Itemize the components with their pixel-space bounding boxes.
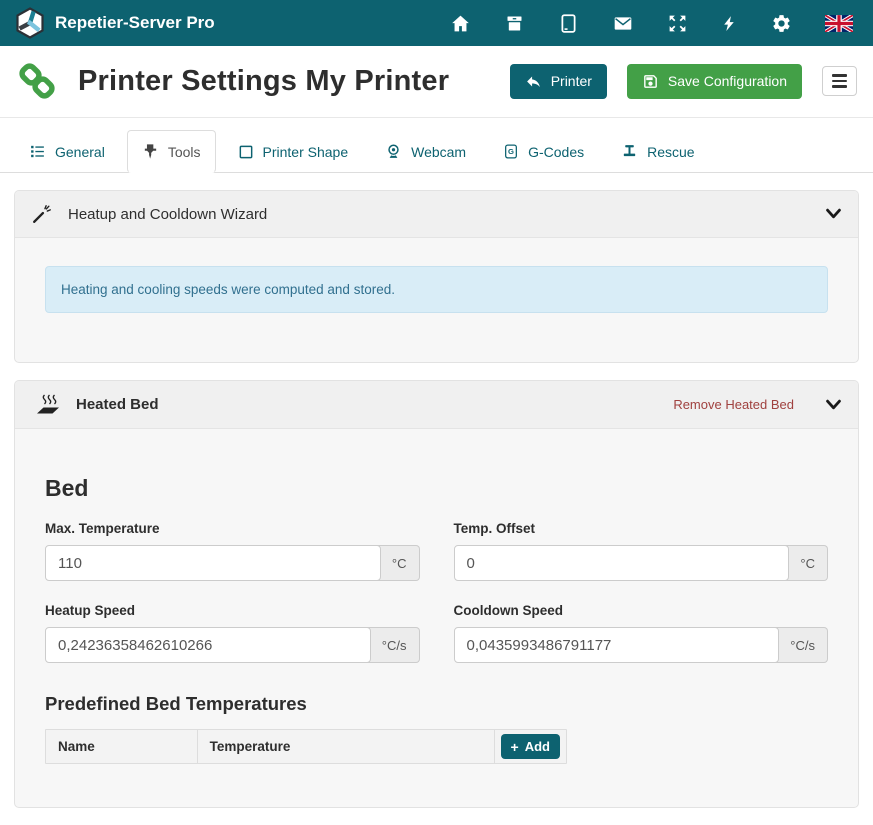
bed-section-title: Bed	[45, 475, 828, 502]
save-floppy-icon	[642, 73, 659, 90]
field-label: Max. Temperature	[45, 521, 420, 536]
svg-text:G: G	[508, 147, 514, 156]
tab-general[interactable]: General	[14, 130, 120, 173]
heatup-speed-input[interactable]	[45, 627, 371, 663]
heated-bed-panel-title: Heated Bed	[76, 396, 159, 413]
heated-bed-panel: Heated Bed Remove Heated Bed Bed Max. Te…	[14, 380, 859, 808]
field-label: Cooldown Speed	[454, 603, 829, 618]
home-icon[interactable]	[450, 13, 471, 34]
tab-label: Rescue	[647, 144, 694, 160]
printer-button[interactable]: Printer	[510, 64, 607, 99]
tab-label: G-Codes	[528, 144, 584, 160]
header-buttons: Printer Save Configuration	[510, 64, 857, 99]
extruder-tool-icon	[142, 143, 159, 160]
field-cooldown-speed: Cooldown Speed °C/s	[454, 603, 829, 663]
printers-box-icon[interactable]	[504, 13, 525, 34]
field-max-temperature: Max. Temperature °C	[45, 521, 420, 581]
max-temperature-input[interactable]	[45, 545, 381, 581]
tab-label: Webcam	[411, 144, 466, 160]
hamburger-icon	[832, 74, 847, 76]
heated-bed-panel-header[interactable]: Heated Bed Remove Heated Bed	[15, 381, 858, 429]
unit-addon: °C	[377, 545, 420, 581]
tab-tools[interactable]: Tools	[127, 130, 216, 173]
heated-bed-icon	[31, 393, 61, 416]
field-temp-offset: Temp. Offset °C	[454, 521, 829, 581]
quick-commands-bolt-icon[interactable]	[721, 13, 738, 34]
add-button-label: Add	[525, 739, 550, 754]
magic-wand-icon	[31, 203, 53, 225]
temp-offset-input[interactable]	[454, 545, 790, 581]
info-alert: Heating and cooling speeds were computed…	[45, 266, 828, 313]
wizard-panel-body: Heating and cooling speeds were computed…	[15, 238, 858, 362]
gcode-icon: G	[503, 143, 519, 160]
list-icon	[29, 143, 46, 160]
page-title: Printer Settings My Printer	[78, 65, 449, 98]
link-chain-icon	[16, 60, 58, 102]
settings-tabs: General Tools Printer Shape Webcam G	[0, 118, 873, 173]
square-outline-icon	[238, 144, 254, 160]
add-cell: + Add	[495, 730, 566, 763]
global-settings-gear-icon[interactable]	[771, 13, 792, 34]
tab-gcodes[interactable]: G G-Codes	[488, 130, 599, 173]
tab-rescue[interactable]: Rescue	[606, 130, 709, 173]
page-header: Printer Settings My Printer Printer Save…	[0, 46, 873, 118]
brand-title: Repetier-Server Pro	[55, 13, 215, 33]
heated-bed-panel-body: Bed Max. Temperature °C Temp. Offset °C …	[15, 429, 858, 807]
tab-label: Printer Shape	[263, 144, 349, 160]
field-heatup-speed: Heatup Speed °C/s	[45, 603, 420, 663]
navbar-icons	[450, 13, 858, 34]
field-label: Temp. Offset	[454, 521, 829, 536]
webcam-icon	[385, 143, 402, 160]
predefined-bed-temperatures-title: Predefined Bed Temperatures	[45, 693, 828, 715]
printer-button-label: Printer	[551, 73, 592, 89]
unit-addon: °C	[785, 545, 828, 581]
rescue-plunger-icon	[621, 143, 638, 160]
wizard-panel-title: Heatup and Cooldown Wizard	[68, 206, 267, 223]
unit-addon: °C/s	[775, 627, 828, 663]
predefined-temperatures-table: Name Temperature + Add	[45, 729, 567, 764]
brand[interactable]: Repetier-Server Pro	[15, 7, 215, 39]
top-navbar: Repetier-Server Pro	[0, 0, 873, 46]
add-temperature-button[interactable]: + Add	[501, 734, 560, 759]
save-button-label: Save Configuration	[668, 73, 787, 89]
unit-addon: °C/s	[367, 627, 420, 663]
plus-icon: +	[511, 740, 519, 754]
menu-button[interactable]	[822, 66, 857, 95]
cooldown-speed-input[interactable]	[454, 627, 780, 663]
wizard-panel-header[interactable]: Heatup and Cooldown Wizard	[15, 191, 858, 238]
column-header-temperature: Temperature	[198, 730, 495, 763]
app-logo-icon	[15, 7, 45, 39]
fullscreen-arrows-icon[interactable]	[667, 13, 688, 34]
remove-heated-bed-link[interactable]: Remove Heated Bed	[673, 397, 794, 412]
tab-label: Tools	[168, 144, 201, 160]
language-uk-flag-icon[interactable]	[825, 15, 853, 32]
collapse-chevron-down-icon[interactable]	[825, 398, 842, 412]
tab-label: General	[55, 144, 105, 160]
collapse-chevron-down-icon[interactable]	[825, 207, 842, 221]
messages-envelope-icon[interactable]	[612, 13, 634, 34]
heatup-cooldown-wizard-panel: Heatup and Cooldown Wizard Heating and c…	[14, 190, 859, 363]
tab-printer-shape[interactable]: Printer Shape	[223, 131, 364, 173]
column-header-name: Name	[46, 730, 198, 763]
save-configuration-button[interactable]: Save Configuration	[627, 64, 802, 99]
models-tablet-icon[interactable]	[558, 13, 579, 34]
field-label: Heatup Speed	[45, 603, 420, 618]
bed-fields: Max. Temperature °C Temp. Offset °C Heat…	[45, 521, 828, 663]
tab-webcam[interactable]: Webcam	[370, 130, 481, 173]
back-arrow-icon	[525, 73, 542, 90]
